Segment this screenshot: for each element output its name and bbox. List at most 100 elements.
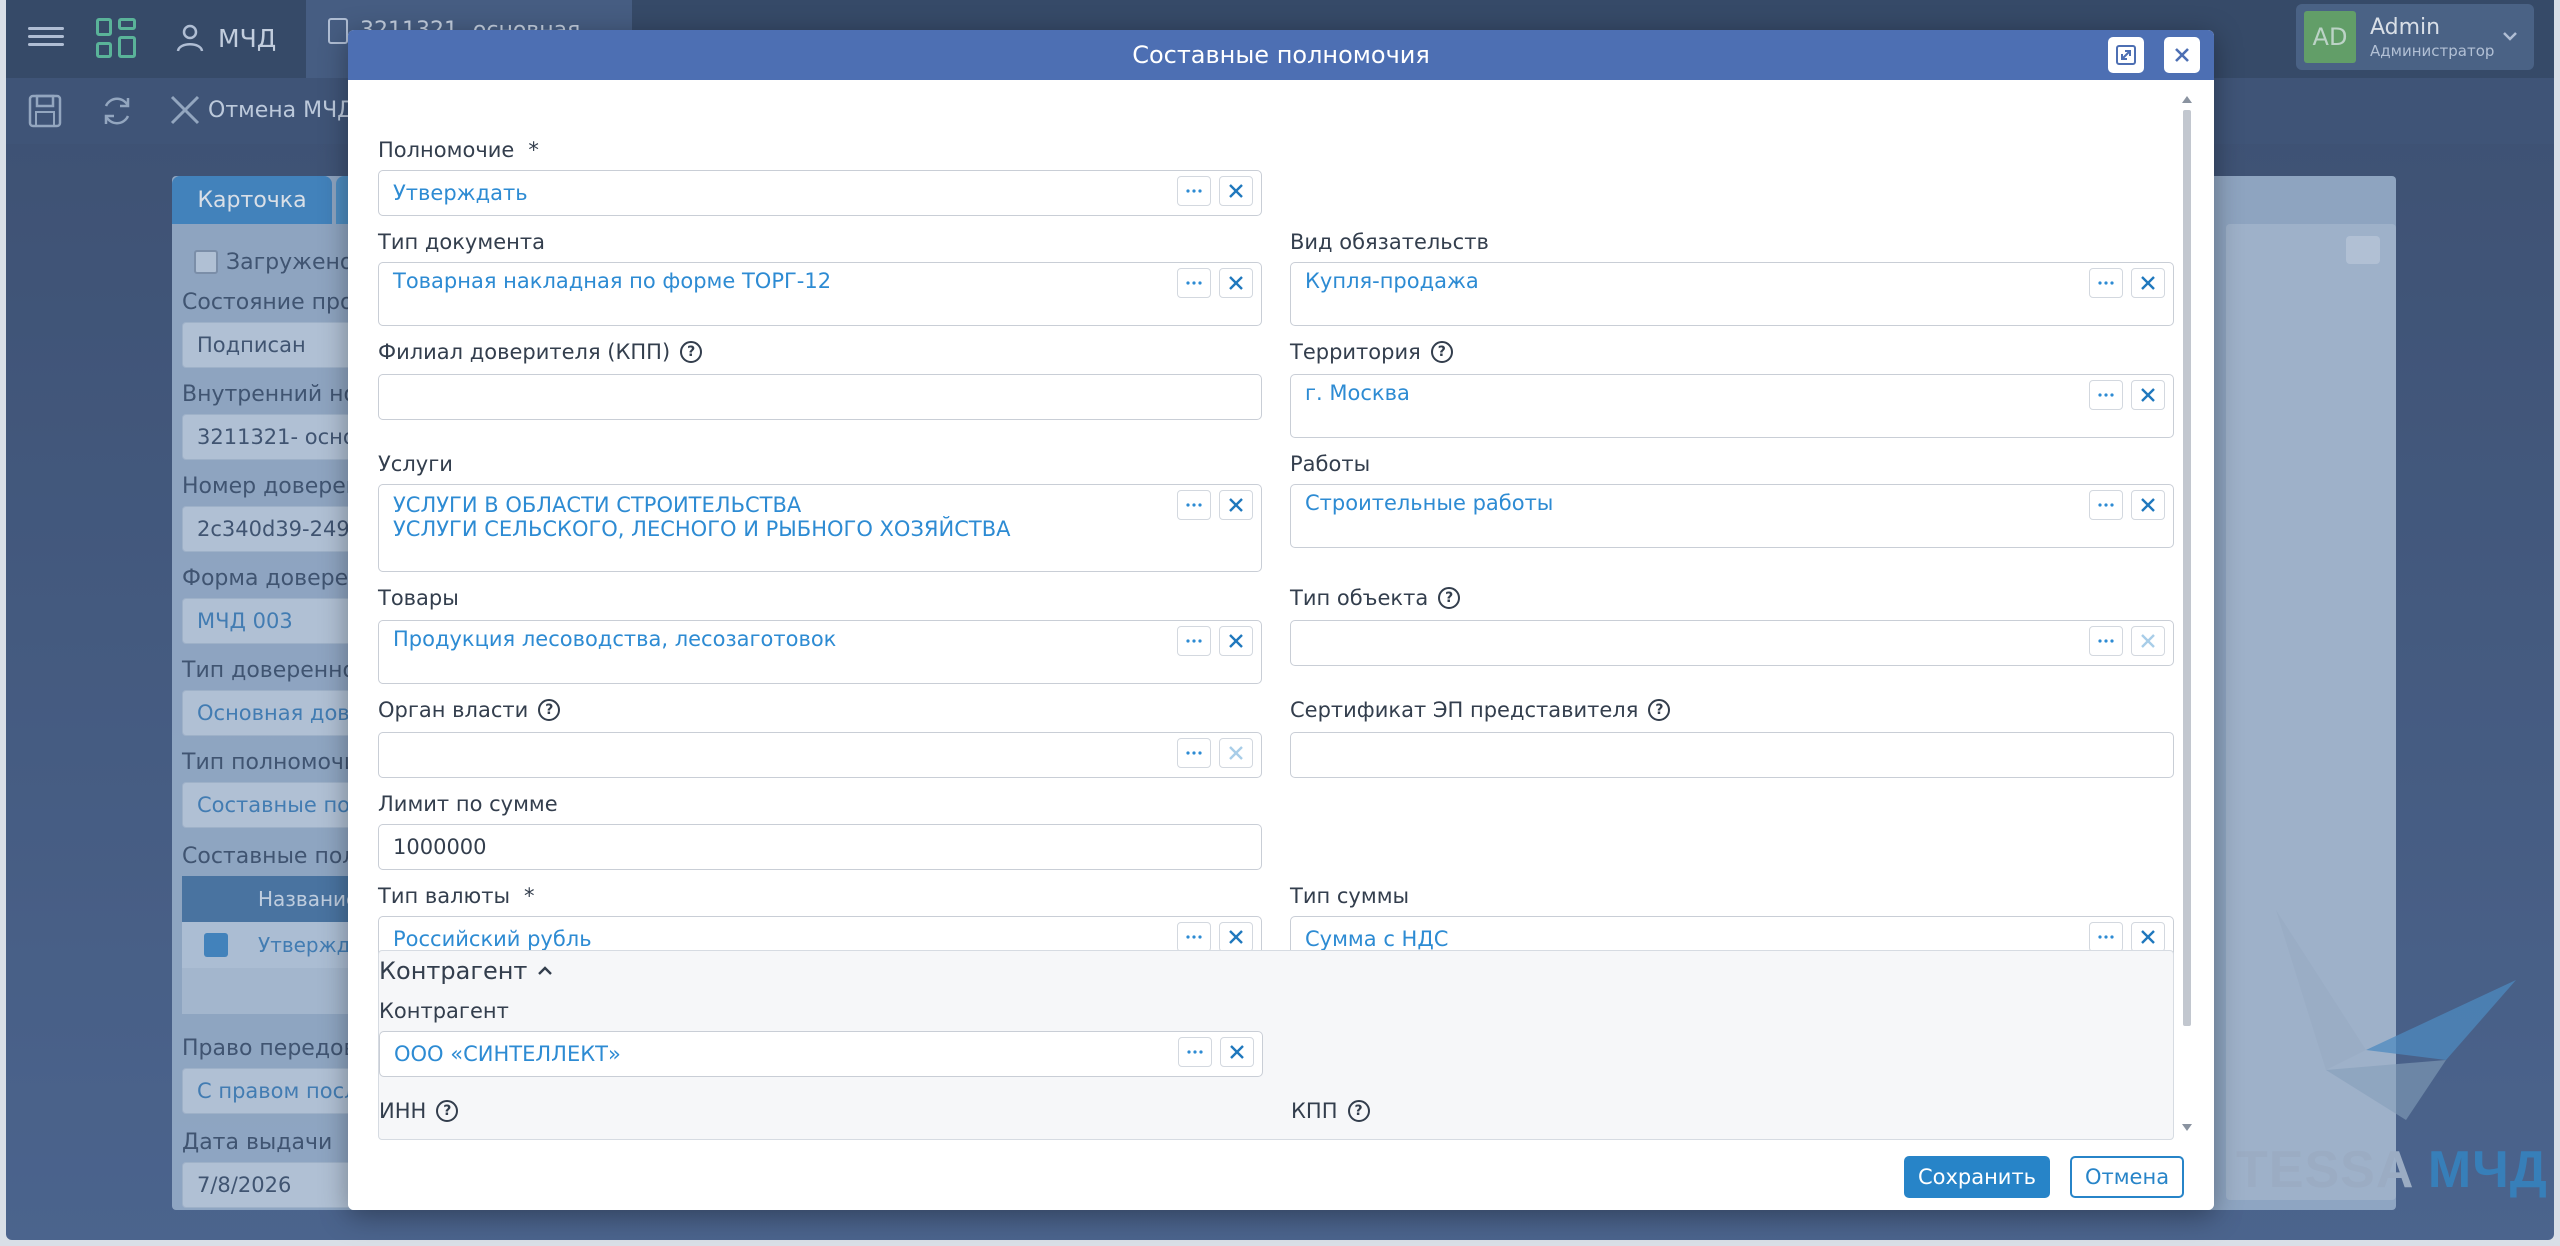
more-dots-icon [1186,189,1202,193]
amount-limit-input[interactable]: 1000000 [378,824,1262,870]
currency-clear-button[interactable] [1219,922,1253,952]
counterparty-value: ООО «СИНТЕЛЛЕКТ» [394,1042,621,1066]
counterparty-group-title: Контрагент [379,957,528,985]
more-dots-icon [2098,935,2114,939]
goods-select-button[interactable] [1177,626,1211,656]
more-dots-icon [1186,281,1202,285]
counterparty-group: Контрагент Контрагент ООО «СИНТЕЛЛЕКТ» И… [378,950,2174,1140]
object-type-label: Тип объекта? [1290,586,1461,610]
cancel-button[interactable]: Отмена [2070,1156,2184,1198]
authority-body-label: Орган власти? [378,698,561,722]
branch-input[interactable] [378,374,1262,420]
clear-icon [1230,1045,1244,1059]
currency-select-button[interactable] [1177,922,1211,952]
goods-field[interactable]: Продукция лесоводства, лесозаготовок [378,620,1262,684]
certificate-input[interactable] [1290,732,2174,778]
amount-type-select-button[interactable] [2089,922,2123,952]
currency-value: Российский рубль [393,927,592,951]
clear-icon [1229,498,1243,512]
authority-body-clear-button[interactable] [1219,738,1253,768]
help-icon[interactable]: ? [538,699,561,721]
help-icon[interactable]: ? [1347,1100,1370,1122]
clear-icon [2141,498,2155,512]
doc-type-select-button[interactable] [1177,268,1211,298]
services-value-2: УСЛУГИ СЕЛЬСКОГО, ЛЕСНОГО И РЫБНОГО ХОЗЯ… [393,517,1011,541]
counterparty-label: Контрагент [379,999,509,1023]
works-field[interactable]: Строительные работы [1290,484,2174,548]
territory-field[interactable]: г. Москва [1290,374,2174,438]
clear-icon [2141,634,2155,648]
works-value: Строительные работы [1305,491,1554,515]
authority-label: Полномочие * [378,138,539,162]
object-type-clear-button[interactable] [2131,626,2165,656]
amount-type-clear-button[interactable] [2131,922,2165,952]
composite-authority-dialog: Составные полномочия Полномочие * Утвержд… [348,30,2214,1210]
goods-clear-button[interactable] [1219,626,1253,656]
scroll-thumb[interactable] [2183,110,2191,1026]
help-icon[interactable]: ? [680,341,703,363]
save-button[interactable]: Сохранить [1904,1156,2050,1198]
counterparty-clear-button[interactable] [1220,1037,1254,1067]
clear-icon [1229,184,1243,198]
object-type-field[interactable] [1290,620,2174,666]
obligation-type-field[interactable]: Купля-продажа [1290,262,2174,326]
territory-select-button[interactable] [2089,380,2123,410]
close-button[interactable] [2164,37,2200,73]
expand-icon [2116,45,2136,65]
currency-label: Тип валюты * [378,884,535,908]
scrollbar[interactable] [2180,96,2194,1146]
services-value-1: УСЛУГИ В ОБЛАСТИ СТРОИТЕЛЬСТВА [393,493,802,517]
clear-icon [2141,388,2155,402]
help-icon[interactable]: ? [1430,341,1453,363]
dialog-body: Полномочие * Утверждать Тип документа Тов… [348,80,2188,1140]
help-icon[interactable]: ? [1438,587,1461,609]
chevron-up-icon [538,966,553,975]
clear-icon [2141,930,2155,944]
help-icon[interactable]: ? [1648,699,1671,721]
territory-clear-button[interactable] [2131,380,2165,410]
amount-type-label: Тип суммы [1290,884,1410,908]
counterparty-group-toggle[interactable]: Контрагент [379,957,555,985]
authority-body-field[interactable] [378,732,1262,778]
more-dots-icon [2098,281,2114,285]
help-icon[interactable]: ? [436,1100,459,1122]
maximize-button[interactable] [2108,37,2144,73]
amount-limit-label: Лимит по сумме [378,792,558,816]
scroll-up-arrow[interactable] [2182,96,2192,103]
obligation-type-value: Купля-продажа [1305,269,1479,293]
dialog-title: Составные полномочия [1132,41,1430,69]
more-dots-icon [1186,639,1202,643]
services-field[interactable]: УСЛУГИ В ОБЛАСТИ СТРОИТЕЛЬСТВА УСЛУГИ СЕ… [378,484,1262,572]
services-clear-button[interactable] [1219,490,1253,520]
doc-type-field[interactable]: Товарная накладная по форме ТОРГ-12 [378,262,1262,326]
authority-clear-button[interactable] [1219,176,1253,206]
more-dots-icon [2098,503,2114,507]
doc-type-label: Тип документа [378,230,545,254]
authority-body-select-button[interactable] [1177,738,1211,768]
territory-label: Территория? [1290,340,1453,364]
clear-icon [1229,930,1243,944]
doc-type-clear-button[interactable] [1219,268,1253,298]
counterparty-select-button[interactable] [1178,1037,1212,1067]
obligation-type-clear-button[interactable] [2131,268,2165,298]
works-label: Работы [1290,452,1371,476]
goods-value: Продукция лесоводства, лесозаготовок [393,627,837,651]
works-clear-button[interactable] [2131,490,2165,520]
authority-select-button[interactable] [1177,176,1211,206]
clear-icon [1229,634,1243,648]
obligation-type-select-button[interactable] [2089,268,2123,298]
obligation-type-label: Вид обязательств [1290,230,1489,254]
object-type-select-button[interactable] [2089,626,2123,656]
more-dots-icon [1187,1050,1203,1054]
services-label: Услуги [378,452,453,476]
works-select-button[interactable] [2089,490,2123,520]
scroll-down-arrow[interactable] [2182,1124,2192,1131]
authority-field[interactable]: Утверждать [378,170,1262,216]
clear-icon [1229,746,1243,760]
kpp-label: КПП? [1291,1099,1370,1123]
certificate-label: Сертификат ЭП представителя? [1290,698,1671,722]
services-select-button[interactable] [1177,490,1211,520]
more-dots-icon [2098,393,2114,397]
counterparty-field[interactable]: ООО «СИНТЕЛЛЕКТ» [379,1031,1263,1077]
more-dots-icon [1186,751,1202,755]
